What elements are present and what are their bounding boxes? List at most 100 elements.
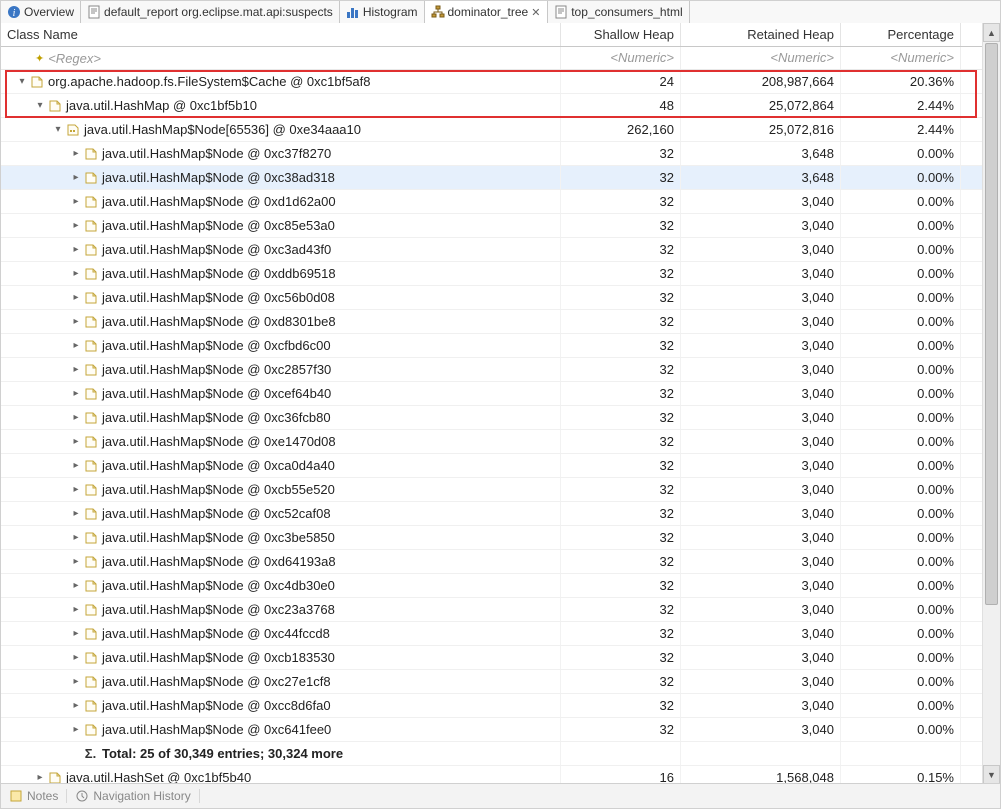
tree-row[interactable]: ▸java.util.HashMap$Node @ 0xc36fcb80323,… bbox=[1, 406, 983, 430]
tree-twisty-icon[interactable]: ▸ bbox=[69, 315, 83, 329]
cell-shallow: 32 bbox=[561, 550, 681, 573]
tab-overview[interactable]: iOverview bbox=[1, 1, 81, 23]
tab-top_consumers_html[interactable]: top_consumers_html bbox=[548, 1, 689, 23]
cell-retained: 3,040 bbox=[681, 358, 841, 381]
tree-row[interactable]: ▸java.util.HashMap$Node @ 0xc2857f30323,… bbox=[1, 358, 983, 382]
tree-row[interactable]: ▸java.util.HashMap$Node @ 0xcb183530323,… bbox=[1, 646, 983, 670]
tree-twisty-icon[interactable]: ▸ bbox=[69, 339, 83, 353]
tree-row[interactable]: ▸java.util.HashMap$Node @ 0xd1d62a00323,… bbox=[1, 190, 983, 214]
tree-twisty-icon[interactable]: ▸ bbox=[33, 771, 47, 785]
col-shallow[interactable]: Shallow Heap bbox=[561, 23, 681, 46]
tree-row[interactable]: ▸java.util.HashMap$Node @ 0xc4db30e0323,… bbox=[1, 574, 983, 598]
filter-percent[interactable]: <Numeric> bbox=[841, 47, 961, 69]
tree-row[interactable]: ▸java.util.HashMap$Node @ 0xcef64b40323,… bbox=[1, 382, 983, 406]
tree-row[interactable]: ▸java.util.HashMap$Node @ 0xe1470d08323,… bbox=[1, 430, 983, 454]
tab-histogram[interactable]: Histogram bbox=[340, 1, 425, 23]
tree-row[interactable]: ▸java.util.HashMap$Node @ 0xc38ad318323,… bbox=[1, 166, 983, 190]
tree-twisty-icon[interactable]: ▸ bbox=[69, 219, 83, 233]
regex-icon: ✦ bbox=[35, 52, 44, 65]
tree-row[interactable]: ▸java.util.HashMap$Node @ 0xcfbd6c00323,… bbox=[1, 334, 983, 358]
row-label: java.util.HashMap$Node @ 0xe1470d08 bbox=[102, 434, 336, 449]
cell-percent: 0.00% bbox=[841, 262, 961, 285]
tree-twisty-icon[interactable]: ▸ bbox=[69, 147, 83, 161]
close-icon[interactable]: ✕ bbox=[531, 6, 541, 19]
total-row[interactable]: Σ.Total: 25 of 30,349 entries; 30,324 mo… bbox=[1, 742, 983, 766]
tree-row[interactable]: ▸java.util.HashMap$Node @ 0xc85e53a0323,… bbox=[1, 214, 983, 238]
tree-twisty-icon[interactable]: ▸ bbox=[69, 171, 83, 185]
tree-row[interactable]: ▸java.util.HashMap$Node @ 0xc641fee0323,… bbox=[1, 718, 983, 742]
tree-twisty-icon[interactable]: ▾ bbox=[15, 75, 29, 89]
cell-retained: 3,040 bbox=[681, 574, 841, 597]
tree-twisty-icon[interactable]: ▸ bbox=[69, 555, 83, 569]
tree-twisty-icon[interactable]: ▸ bbox=[69, 267, 83, 281]
tree-twisty-icon[interactable]: ▾ bbox=[33, 99, 47, 113]
tab-default_report[interactable]: default_report org.eclipse.mat.api:suspe… bbox=[81, 1, 340, 23]
tree-twisty-icon[interactable]: ▸ bbox=[69, 195, 83, 209]
cell-retained bbox=[681, 742, 841, 765]
tree-row[interactable]: ▸java.util.HashMap$Node @ 0xc27e1cf8323,… bbox=[1, 670, 983, 694]
cell-percent: 0.00% bbox=[841, 310, 961, 333]
bottom-tab-navigation-history[interactable]: Navigation History bbox=[67, 789, 199, 803]
tree-twisty-icon[interactable]: ▸ bbox=[69, 507, 83, 521]
tree-twisty-icon[interactable]: ▸ bbox=[69, 387, 83, 401]
row-label: java.util.HashSet @ 0xc1bf5b40 bbox=[66, 770, 251, 784]
class-icon bbox=[83, 362, 98, 377]
tab-dominator_tree[interactable]: dominator_tree✕ bbox=[425, 1, 549, 24]
tree-row[interactable]: ▾org.apache.hadoop.fs.FileSystem$Cache @… bbox=[1, 70, 983, 94]
col-percent[interactable]: Percentage bbox=[841, 23, 961, 46]
tree-row[interactable]: ▾java.util.HashMap$Node[65536] @ 0xe34aa… bbox=[1, 118, 983, 142]
tree-row[interactable]: ▸java.util.HashMap$Node @ 0xddb69518323,… bbox=[1, 262, 983, 286]
class-icon bbox=[83, 242, 98, 257]
tree-twisty-icon[interactable]: ▸ bbox=[69, 651, 83, 665]
cell-shallow: 32 bbox=[561, 670, 681, 693]
tree-twisty-icon[interactable]: ▸ bbox=[69, 579, 83, 593]
tree-twisty-icon[interactable]: ▸ bbox=[69, 459, 83, 473]
tree-twisty-icon[interactable]: ▸ bbox=[69, 531, 83, 545]
cell-retained: 3,648 bbox=[681, 142, 841, 165]
tree-row[interactable]: ▸java.util.HashMap$Node @ 0xca0d4a40323,… bbox=[1, 454, 983, 478]
tree-twisty-icon[interactable]: ▸ bbox=[69, 627, 83, 641]
tree-twisty-icon[interactable]: ▸ bbox=[69, 411, 83, 425]
cell-shallow: 32 bbox=[561, 334, 681, 357]
cell-name: ▸java.util.HashMap$Node @ 0xc37f8270 bbox=[1, 142, 561, 165]
filter-classname[interactable]: ✦<Regex> bbox=[1, 47, 561, 69]
tree-row[interactable]: ▸java.util.HashMap$Node @ 0xc23a3768323,… bbox=[1, 598, 983, 622]
col-retained[interactable]: Retained Heap bbox=[681, 23, 841, 46]
tree-row[interactable]: ▸java.util.HashMap$Node @ 0xcc8d6fa0323,… bbox=[1, 694, 983, 718]
tree-row[interactable]: ▸java.util.HashMap$Node @ 0xd64193a8323,… bbox=[1, 550, 983, 574]
tree-twisty-icon[interactable]: ▸ bbox=[69, 363, 83, 377]
filter-retained[interactable]: <Numeric> bbox=[681, 47, 841, 69]
cell-retained: 3,040 bbox=[681, 214, 841, 237]
tree-row[interactable]: ▸java.util.HashMap$Node @ 0xd8301be8323,… bbox=[1, 310, 983, 334]
scroll-thumb[interactable] bbox=[985, 43, 998, 605]
tree-twisty-icon[interactable]: ▾ bbox=[51, 123, 65, 137]
tree-twisty-icon[interactable]: ▸ bbox=[69, 603, 83, 617]
class-icon bbox=[83, 218, 98, 233]
tree-row[interactable]: ▸java.util.HashMap$Node @ 0xc44fccd8323,… bbox=[1, 622, 983, 646]
tree-twisty-icon[interactable]: ▸ bbox=[69, 723, 83, 737]
tree-twisty-icon[interactable]: ▸ bbox=[69, 435, 83, 449]
tree-rows: ▾org.apache.hadoop.fs.FileSystem$Cache @… bbox=[1, 70, 983, 784]
tree-twisty-icon[interactable]: ▸ bbox=[69, 483, 83, 497]
tree-row[interactable]: ▸java.util.HashMap$Node @ 0xc3be5850323,… bbox=[1, 526, 983, 550]
tree-row[interactable]: ▾java.util.HashMap @ 0xc1bf5b104825,072,… bbox=[1, 94, 983, 118]
tree-row[interactable]: ▸java.util.HashSet @ 0xc1bf5b40161,568,0… bbox=[1, 766, 983, 784]
col-classname[interactable]: Class Name bbox=[1, 23, 561, 46]
scroll-down-arrow[interactable]: ▼ bbox=[983, 765, 1000, 784]
scroll-up-arrow[interactable]: ▲ bbox=[983, 23, 1000, 42]
tree-row[interactable]: ▸java.util.HashMap$Node @ 0xc3ad43f0323,… bbox=[1, 238, 983, 262]
tree-twisty-icon[interactable]: ▸ bbox=[69, 291, 83, 305]
cell-retained: 3,040 bbox=[681, 406, 841, 429]
cell-shallow: 32 bbox=[561, 190, 681, 213]
tree-row[interactable]: ▸java.util.HashMap$Node @ 0xc56b0d08323,… bbox=[1, 286, 983, 310]
tree-twisty-icon[interactable]: ▸ bbox=[69, 243, 83, 257]
cell-name: ▸java.util.HashMap$Node @ 0xd8301be8 bbox=[1, 310, 561, 333]
tree-row[interactable]: ▸java.util.HashMap$Node @ 0xc52caf08323,… bbox=[1, 502, 983, 526]
vertical-scrollbar[interactable]: ▲ ▼ bbox=[982, 23, 1000, 784]
tree-row[interactable]: ▸java.util.HashMap$Node @ 0xcb55e520323,… bbox=[1, 478, 983, 502]
tree-twisty-icon[interactable]: ▸ bbox=[69, 699, 83, 713]
filter-shallow[interactable]: <Numeric> bbox=[561, 47, 681, 69]
tree-twisty-icon[interactable]: ▸ bbox=[69, 675, 83, 689]
bottom-tab-notes[interactable]: Notes bbox=[1, 789, 67, 803]
tree-row[interactable]: ▸java.util.HashMap$Node @ 0xc37f8270323,… bbox=[1, 142, 983, 166]
